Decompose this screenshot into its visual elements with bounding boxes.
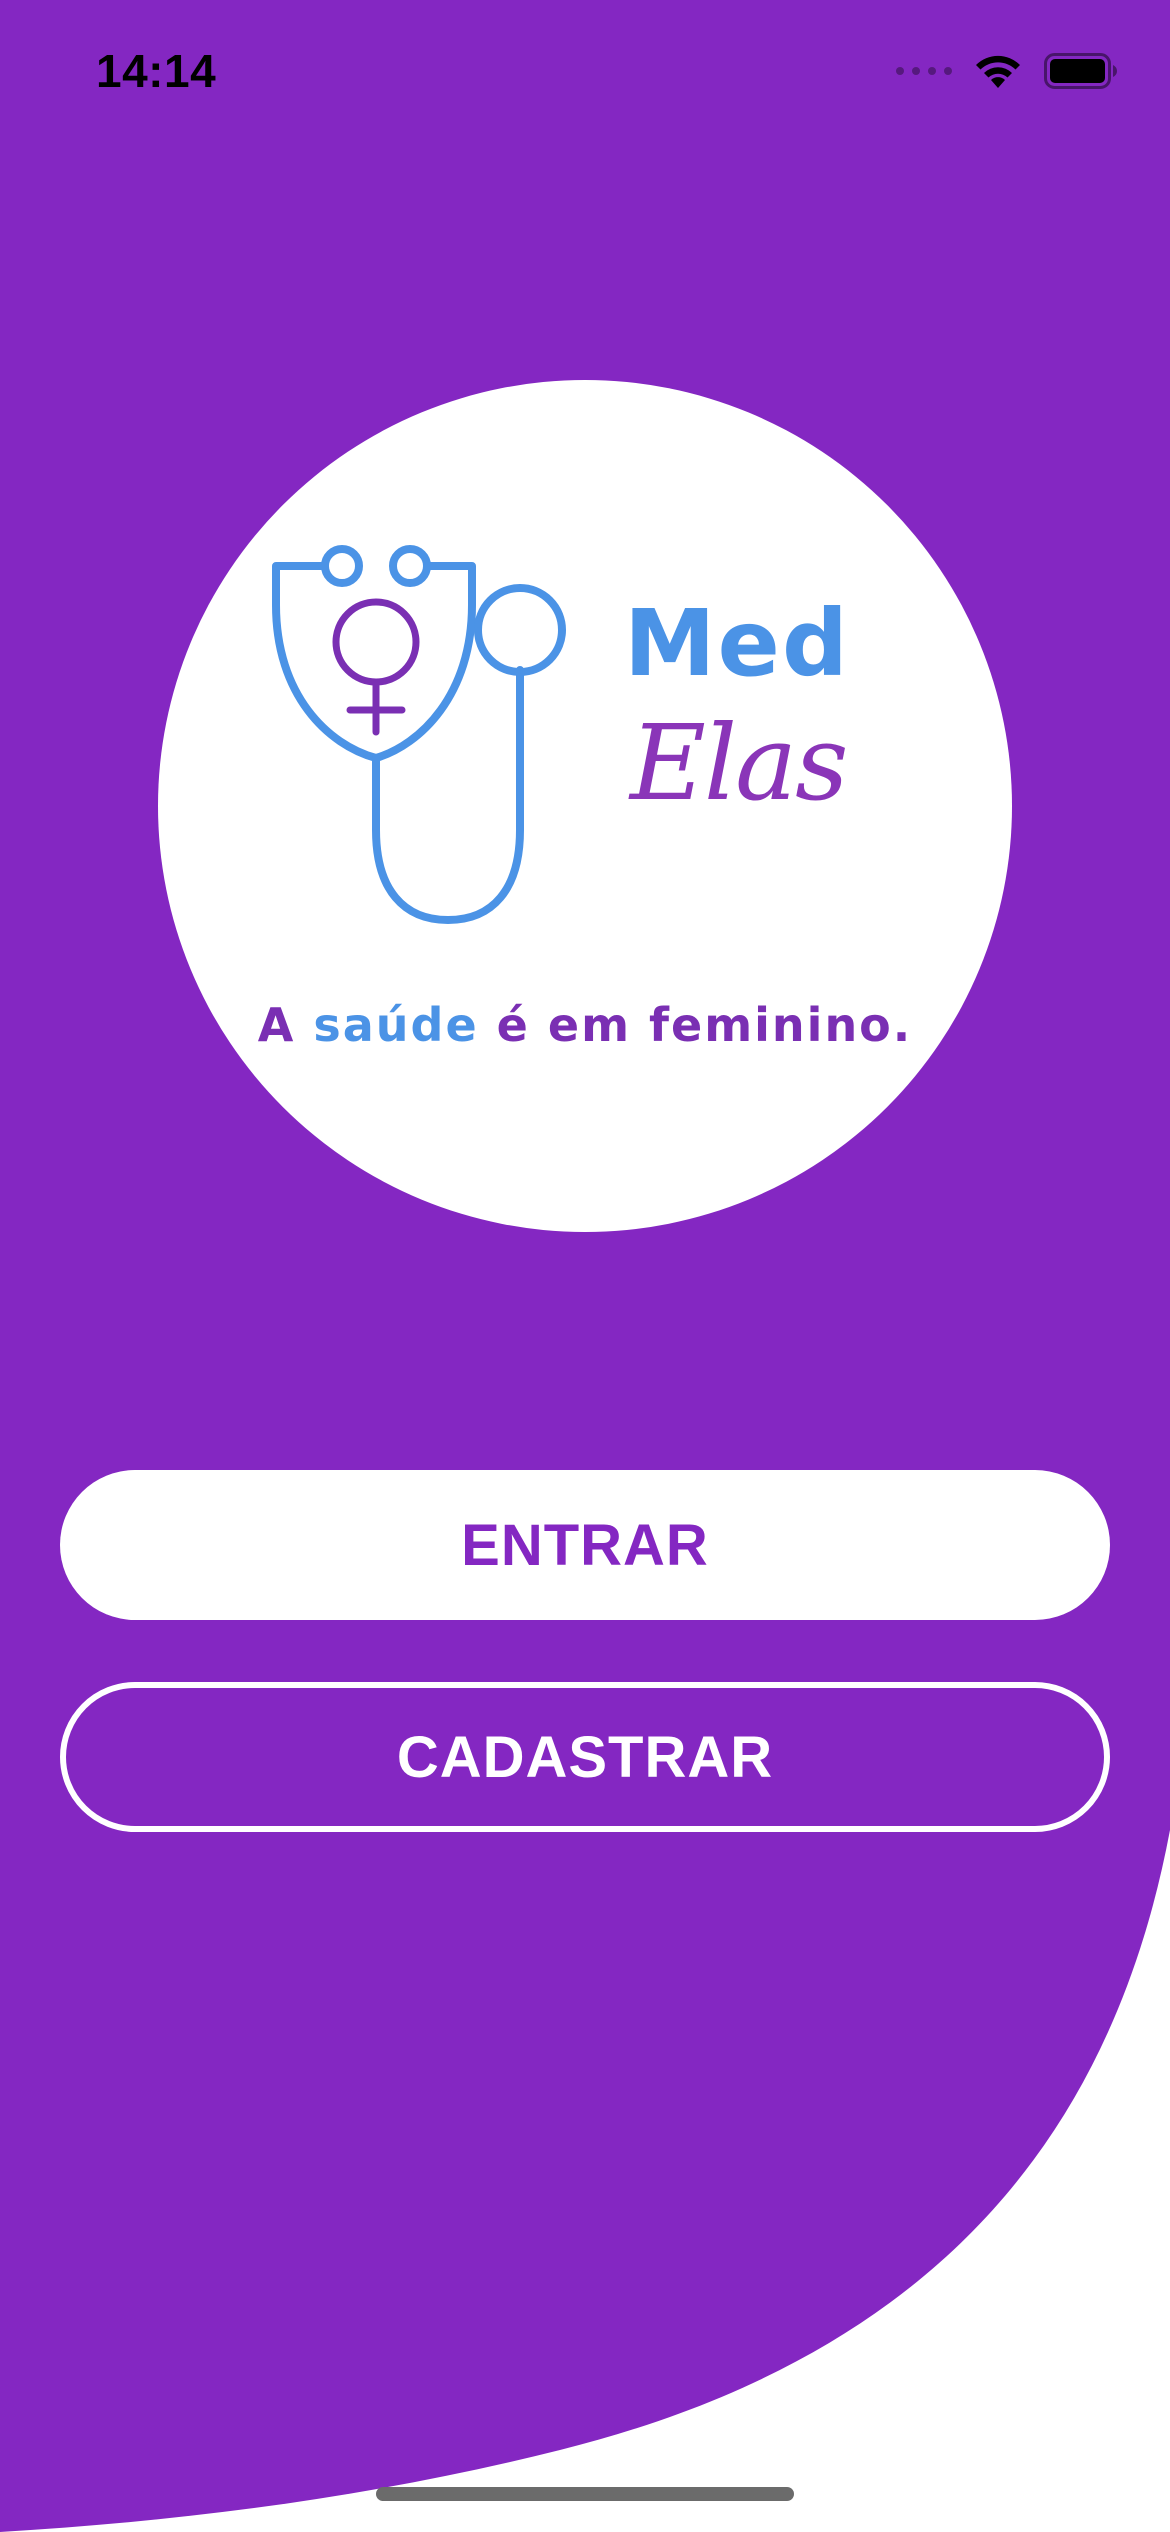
status-bar: 14:14 <box>0 0 1170 140</box>
brand-med: Med <box>624 590 850 697</box>
tagline-accent: saúde <box>313 998 479 1052</box>
tagline: A saúde é em feminino. <box>158 998 1012 1052</box>
female-symbol-icon <box>332 598 420 736</box>
app-logo: Med Elas A saúde é em feminino. <box>158 380 1012 1232</box>
status-time: 14:14 <box>96 45 217 97</box>
home-indicator[interactable] <box>376 2487 794 2501</box>
welcome-screen: 14:14 Med Elas A saúde é em feminino. EN… <box>0 0 1170 2532</box>
entrar-button[interactable]: ENTRAR <box>60 1470 1110 1620</box>
battery-icon <box>1044 53 1117 89</box>
wifi-icon <box>976 55 1020 88</box>
status-icons <box>896 52 1118 90</box>
tagline-start: A <box>257 998 314 1052</box>
brand-elas: Elas <box>630 702 849 824</box>
cadastrar-button[interactable]: CADASTRAR <box>60 1682 1110 1832</box>
stethoscope-icon <box>272 545 566 924</box>
tagline-end: é em feminino. <box>478 998 913 1052</box>
signal-dots-icon <box>896 67 952 75</box>
